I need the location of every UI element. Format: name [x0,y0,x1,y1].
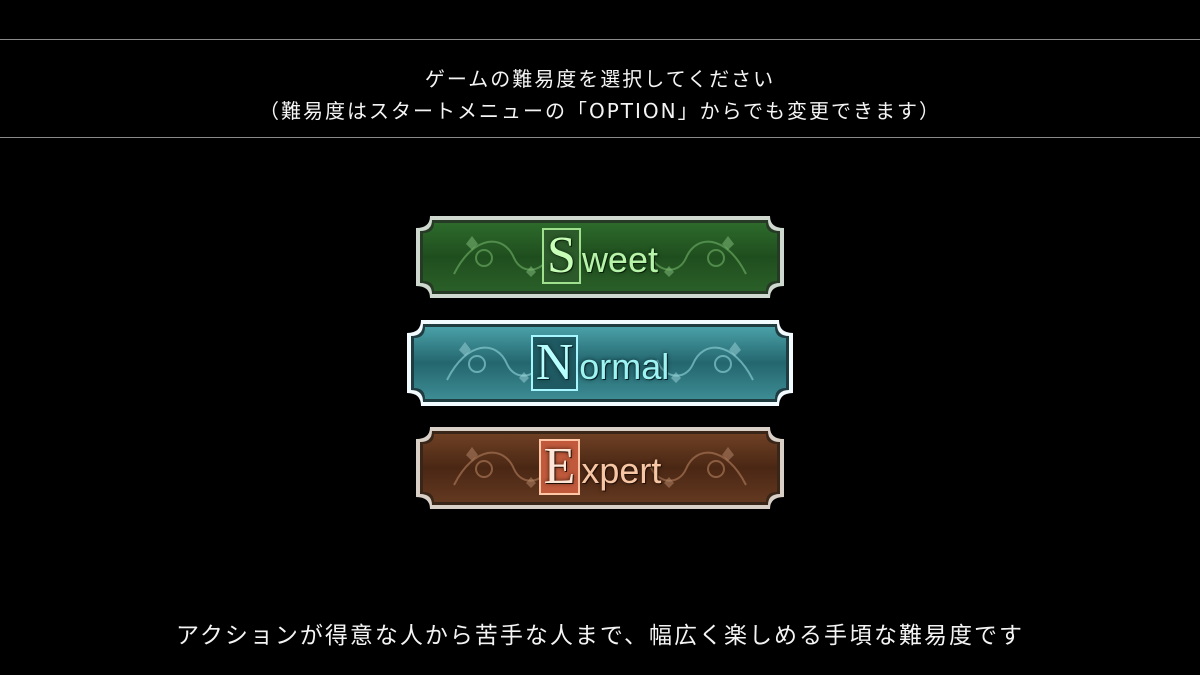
difficulty-normal-button[interactable]: Normal [405,318,795,408]
difficulty-menu: Sweet N ormal E xpert [0,0,1200,675]
expert-label: Expert [414,439,786,495]
normal-initial: N [530,335,579,391]
sweet-rest: weet [581,239,658,280]
difficulty-expert-button[interactable]: Expert [414,425,786,511]
expert-initial: E [538,439,581,495]
sweet-initial: S [542,228,581,284]
sweet-label: Sweet [414,228,786,284]
difficulty-sweet-button[interactable]: Sweet [414,214,786,300]
normal-label: Normal [405,335,795,391]
normal-rest: ormal [579,346,670,387]
expert-rest: xpert [581,450,662,491]
difficulty-description: アクションが得意な人から苦手な人まで、幅広く楽しめる手頃な難易度です [176,623,1024,649]
